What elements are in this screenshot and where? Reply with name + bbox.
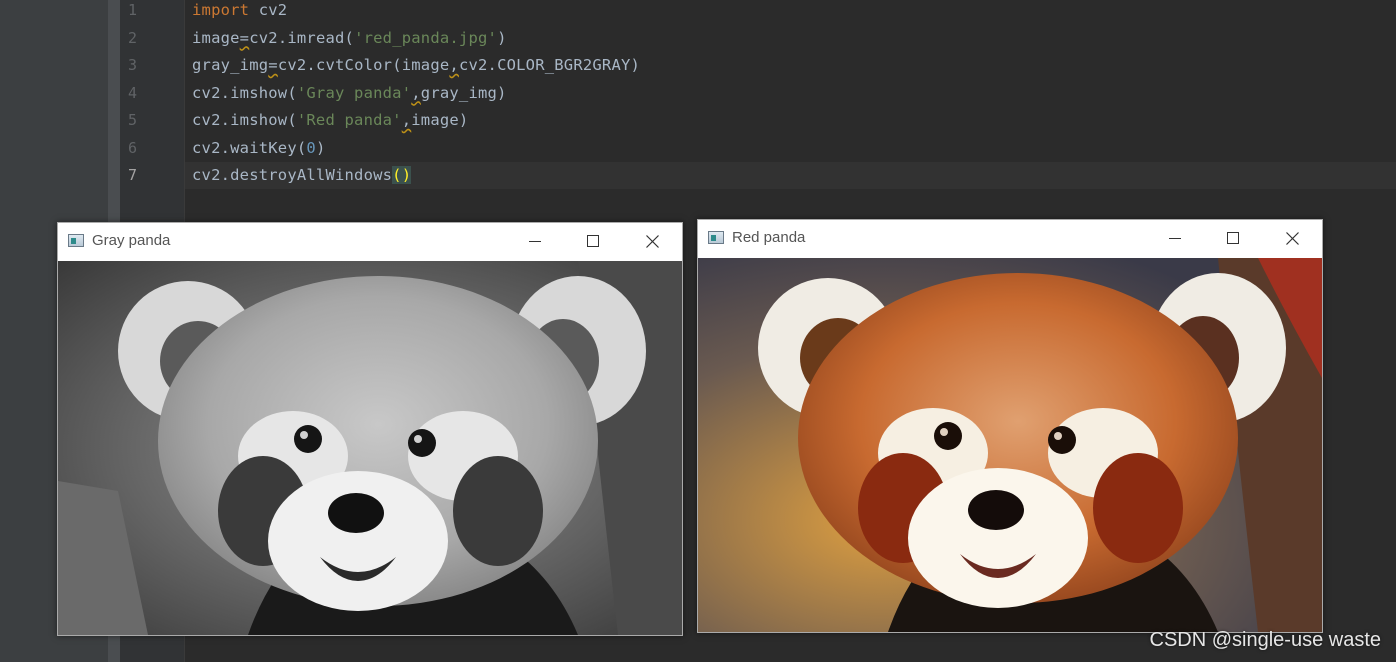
code-token: , [401, 111, 412, 129]
code-token: () [392, 166, 412, 184]
code-token: 'Gray panda' [296, 83, 412, 102]
window-titlebar[interactable]: Gray panda [58, 223, 682, 259]
code-token: = [268, 56, 278, 74]
code-token: cv2.imshow( [192, 111, 297, 129]
close-icon[interactable] [629, 223, 675, 259]
code-token: cv2.imshow( [192, 83, 297, 102]
minimize-icon[interactable] [512, 223, 558, 259]
code-token: gray_img) [420, 83, 507, 102]
watermark: CSDN @single-use waste [1149, 629, 1382, 651]
code-token: gray_img [192, 56, 269, 74]
code-token: ) [497, 28, 507, 47]
code-token: cv2.waitKey( [192, 138, 307, 157]
line-number: 4 [128, 83, 138, 102]
close-icon[interactable] [1269, 220, 1315, 256]
line-number: 7 [128, 166, 138, 184]
code-token: image) [411, 111, 469, 129]
window-titlebar[interactable]: Red panda [698, 220, 1322, 256]
gray-panda-window[interactable]: Gray panda [57, 222, 683, 636]
code-line[interactable]: image=cv2.imread('red_panda.jpg') [192, 25, 507, 52]
window-title: Red panda [732, 229, 806, 246]
gray-panda-image [58, 261, 682, 635]
window-title: Gray panda [92, 232, 171, 249]
line-number: 2 [128, 28, 138, 47]
code-line[interactable]: cv2.imshow('Gray panda',gray_img) [192, 80, 507, 107]
code-token: , [411, 83, 421, 102]
code-token: image [192, 28, 240, 47]
code-token: cv2.cvtColor(image [277, 56, 450, 74]
code-token: 'Red panda' [296, 111, 402, 129]
code-token: 0 [306, 138, 316, 157]
line-number: 6 [128, 138, 138, 157]
red-panda-window[interactable]: Red panda [697, 219, 1323, 633]
maximize-icon[interactable] [570, 223, 616, 259]
line-number: 5 [128, 111, 138, 129]
code-token: = [239, 28, 250, 47]
line-number: 3 [128, 56, 138, 74]
code-token: cv2.COLOR_BGR2GRAY) [458, 56, 641, 74]
code-line[interactable]: cv2.destroyAllWindows() [192, 162, 412, 189]
code-token: cv2.imread( [249, 28, 355, 47]
maximize-icon[interactable] [1210, 220, 1256, 256]
code-line[interactable]: import cv2 [192, 0, 287, 24]
code-line[interactable]: cv2.waitKey(0) [192, 135, 325, 162]
window-app-icon [708, 231, 724, 244]
minimize-icon[interactable] [1152, 220, 1198, 256]
window-app-icon [68, 234, 84, 247]
red-panda-image [698, 258, 1322, 632]
code-token: cv2 [249, 1, 288, 19]
code-line[interactable]: cv2.imshow('Red panda',image) [192, 107, 468, 134]
screen: 1 import cv2 2 image=cv2.imread('red_panda.… [0, 0, 1396, 662]
code-token: import [192, 1, 250, 19]
code-token: cv2.destroyAllWindows [192, 166, 393, 184]
code-token: ) [315, 138, 326, 157]
code-line[interactable]: gray_img=cv2.cvtColor(image,cv2.COLOR_BG… [192, 52, 640, 79]
line-number: 1 [128, 1, 138, 19]
code-token: , [449, 56, 459, 74]
code-token: 'red_panda.jpg' [354, 28, 498, 47]
